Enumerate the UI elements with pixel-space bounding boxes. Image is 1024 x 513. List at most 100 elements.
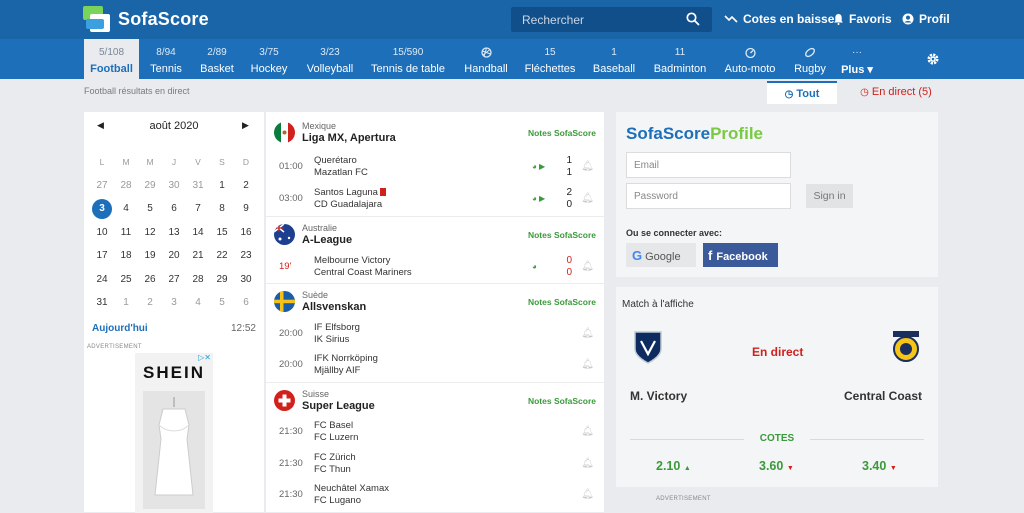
league-header[interactable]: Australie A-League Notes SofaScore (266, 218, 604, 254)
match-row[interactable]: 03:00 Santos Laguna CD Guadalajara ◕ ▶ 2… (266, 184, 604, 216)
bell-icon[interactable]: 🔔︎ (581, 359, 594, 370)
facebook-login-button[interactable]: f Facebook (703, 243, 778, 267)
calendar-day[interactable]: 18 (114, 250, 138, 261)
calendar-day[interactable]: 7 (186, 203, 210, 214)
ad-banner[interactable]: SHEIN ▷✕ (135, 353, 213, 513)
sport-tab-badminton[interactable]: 11 Badminton (650, 39, 710, 79)
bell-icon[interactable]: 🔔︎ (581, 193, 594, 204)
bell-icon[interactable]: 🔔︎ (581, 458, 594, 469)
calendar-day[interactable]: 4 (114, 203, 138, 214)
notes-sofascore-link[interactable]: Notes SofaScore (528, 297, 596, 307)
notes-sofascore-link[interactable]: Notes SofaScore (528, 128, 596, 138)
nav-favoris[interactable]: Favoris (833, 12, 892, 26)
calendar-day[interactable]: 25 (114, 274, 138, 285)
sport-tab-flechettes[interactable]: 15 Fléchettes (522, 39, 578, 79)
calendar-weekdays: LMMJVSD (99, 156, 250, 167)
notes-sofascore-link[interactable]: Notes SofaScore (528, 230, 596, 240)
bell-icon[interactable]: 🔔︎ (581, 328, 594, 339)
notes-sofascore-link[interactable]: Notes SofaScore (528, 396, 596, 406)
calendar-day[interactable]: 3 (162, 297, 186, 308)
sport-tab-baseball[interactable]: 1 Baseball (589, 39, 639, 79)
league-header[interactable]: Mexique Liga MX, Apertura Notes SofaScor… (266, 116, 604, 152)
sofascore-logo[interactable]: SofaScore (83, 6, 209, 32)
tab-en-direct[interactable]: ◷ En direct (5) (847, 81, 945, 104)
calendar-day-selected[interactable]: 3 (90, 198, 114, 219)
calendar-day[interactable]: 10 (90, 227, 114, 238)
match-row[interactable]: 21:30 FC Zürich FC Thun 🔔︎ (266, 449, 604, 481)
password-field[interactable]: Password (626, 183, 791, 209)
odd-home[interactable]: 2.10 ▲ (656, 459, 691, 473)
calendar-day[interactable]: 5 (210, 297, 234, 308)
nav-cotes-en-baisse[interactable]: Cotes en baisse (724, 12, 834, 26)
sport-tab-plus[interactable]: ··· Plus ▾ (838, 39, 876, 79)
calendar-day[interactable]: 26 (138, 274, 162, 285)
sport-tab-basket[interactable]: 2/89 Basket (194, 39, 240, 79)
bell-icon[interactable]: 🔔︎ (581, 261, 594, 272)
calendar-day[interactable]: 23 (234, 250, 258, 261)
match-row[interactable]: 01:00 Querétaro Mazatlan FC ◕ ▶ 1 1 🔔︎ (266, 152, 604, 184)
calendar-day[interactable]: 21 (186, 250, 210, 261)
calendar-day[interactable]: 4 (186, 297, 210, 308)
sport-tab-auto-moto[interactable]: Auto-moto (721, 39, 779, 79)
calendar-day[interactable]: 29 (210, 274, 234, 285)
next-month-icon[interactable]: ▶ (242, 120, 249, 131)
gear-icon[interactable] (926, 52, 940, 66)
calendar-day[interactable]: 5 (138, 203, 162, 214)
calendar-day[interactable]: 24 (90, 274, 114, 285)
calendar-day[interactable]: 1 (210, 180, 234, 191)
sport-tab-hockey[interactable]: 3/75 Hockey (246, 39, 292, 79)
calendar-day[interactable]: 27 (162, 274, 186, 285)
calendar-day[interactable]: 19 (138, 250, 162, 261)
calendar-day[interactable]: 13 (162, 227, 186, 238)
featured-match-panel[interactable]: Match à l'affiche En direct M. Victory C… (616, 287, 938, 487)
nav-profil[interactable]: Profil (902, 12, 950, 26)
bell-icon[interactable]: 🔔︎ (581, 426, 594, 437)
calendar-day[interactable]: 2 (138, 297, 162, 308)
calendar-day[interactable]: 20 (162, 250, 186, 261)
calendar-day[interactable]: 31 (186, 180, 210, 191)
email-field[interactable]: Email (626, 152, 791, 178)
match-row[interactable]: 21:30 Neuchâtel Xamax FC Lugano 🔔︎ (266, 480, 604, 512)
sport-tab-rugby[interactable]: Rugby (789, 39, 831, 79)
today-link[interactable]: Aujourd'hui (92, 323, 148, 334)
sport-tab-tennis-de-table[interactable]: 15/590 Tennis de table (367, 39, 449, 79)
calendar-day[interactable]: 17 (90, 250, 114, 261)
sport-tab-handball[interactable]: Handball (460, 39, 512, 79)
search-input[interactable]: Rechercher (511, 7, 712, 32)
sport-tab-football[interactable]: 5/108 Football (84, 39, 139, 79)
calendar-day[interactable]: 22 (210, 250, 234, 261)
google-login-button[interactable]: G Google (626, 243, 696, 267)
calendar-day[interactable]: 15 (210, 227, 234, 238)
league-header[interactable]: Suède Allsvenskan Notes SofaScore (266, 285, 604, 321)
calendar-day[interactable]: 11 (114, 227, 138, 238)
odd-draw[interactable]: 3.60 ▼ (759, 459, 794, 473)
sign-in-button[interactable]: Sign in (806, 184, 853, 208)
calendar-day[interactable]: 12 (138, 227, 162, 238)
calendar-day[interactable]: 30 (234, 274, 258, 285)
match-row[interactable]: 21:30 FC Basel FC Luzern 🔔︎ (266, 417, 604, 449)
bell-icon[interactable]: 🔔︎ (581, 489, 594, 500)
calendar-day[interactable]: 1 (114, 297, 138, 308)
calendar-day[interactable]: 28 (186, 274, 210, 285)
tab-tout[interactable]: ◷ Tout (767, 81, 837, 104)
sport-tab-volleyball[interactable]: 3/23 Volleyball (302, 39, 358, 79)
league-header[interactable]: Suisse Super League Notes SofaScore (266, 384, 604, 420)
calendar-day[interactable]: 8 (210, 203, 234, 214)
calendar-day[interactable]: 6 (234, 297, 258, 308)
calendar-day[interactable]: 31 (90, 297, 114, 308)
bell-icon[interactable]: 🔔︎ (581, 161, 594, 172)
calendar-day[interactable]: 6 (162, 203, 186, 214)
calendar-day[interactable]: 27 (90, 180, 114, 191)
calendar-day[interactable]: 30 (162, 180, 186, 191)
calendar-day[interactable]: 16 (234, 227, 258, 238)
match-row[interactable]: 20:00 IFK Norrköping Mjällby AIF 🔔︎ (266, 350, 604, 382)
match-row[interactable]: 20:00 IF Elfsborg IK Sirius 🔔︎ (266, 319, 604, 351)
calendar-day[interactable]: 29 (138, 180, 162, 191)
calendar-day[interactable]: 14 (186, 227, 210, 238)
calendar-day[interactable]: 9 (234, 203, 258, 214)
calendar-day[interactable]: 2 (234, 180, 258, 191)
odd-away[interactable]: 3.40 ▼ (862, 459, 897, 473)
calendar-day[interactable]: 28 (114, 180, 138, 191)
match-row[interactable]: 19' Melbourne Victory Central Coast Mari… (266, 252, 604, 284)
sport-tab-tennis[interactable]: 8/94 Tennis (143, 39, 189, 79)
